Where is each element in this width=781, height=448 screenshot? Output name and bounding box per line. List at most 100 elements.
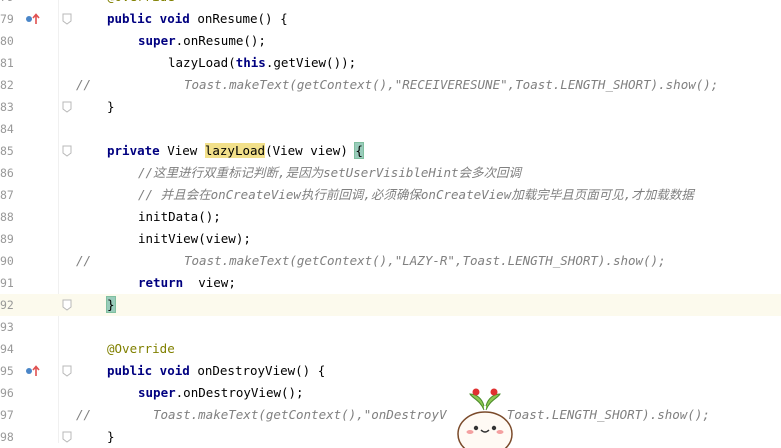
line-number: 92 xyxy=(0,298,14,312)
line-number: 85 xyxy=(0,144,14,158)
code-token: } xyxy=(107,99,115,114)
line-number: 97 xyxy=(0,408,14,422)
line-comment-marker: // xyxy=(76,253,92,268)
code-token: private xyxy=(107,143,168,158)
line-number: 86 xyxy=(0,166,14,180)
code-token: return xyxy=(138,275,191,290)
code-line[interactable]: 82 // Toast.makeText(getContext(),"RECEIVE… xyxy=(0,74,781,96)
line-number: 80 xyxy=(0,34,14,48)
line-number: 81 xyxy=(0,56,14,70)
code-token: // 并且会在onCreateView执行前回调,必须确保onCreateVie… xyxy=(138,187,694,202)
line-number: 89 xyxy=(0,232,14,246)
code-token: Toast. xyxy=(184,77,230,92)
code-token: .getView()); xyxy=(265,55,357,70)
code-line[interactable]: 92} xyxy=(0,294,781,316)
override-icon[interactable] xyxy=(25,8,41,30)
code-text: @Override xyxy=(107,338,175,360)
code-token: { xyxy=(354,142,364,159)
code-token: (getContext(),"RECEIVERESUNE",Toast.LENG… xyxy=(289,77,719,92)
line-number: 93 xyxy=(0,320,14,334)
code-text: Toast.makeText(getContext(),"LAZY-R",Toa… xyxy=(184,250,666,272)
line-number: 84 xyxy=(0,122,14,136)
code-token: Toast.makeText(getContext(),"LAZY-R",Toa… xyxy=(184,253,666,268)
code-token: (View view) xyxy=(265,143,356,158)
code-line[interactable]: 83} xyxy=(0,96,781,118)
code-token: super xyxy=(138,385,176,400)
code-line[interactable]: 89 initView(view); xyxy=(0,228,781,250)
code-text: public void onDestroyView() { xyxy=(107,360,325,382)
code-text: Toast.makeText(getContext(),"RECEIVERESU… xyxy=(184,74,718,96)
code-line[interactable]: 81 lazyLoad(this.getView()); xyxy=(0,52,781,74)
fold-marker-icon[interactable] xyxy=(62,13,72,25)
code-token: super xyxy=(138,33,176,48)
line-number: 96 xyxy=(0,386,14,400)
code-token: } xyxy=(106,296,116,313)
fold-marker-icon[interactable] xyxy=(62,431,72,443)
fold-marker-icon[interactable] xyxy=(62,365,72,377)
code-line[interactable]: 88 initData(); xyxy=(0,206,781,228)
code-text: initView(view); xyxy=(138,228,251,250)
line-number: 90 xyxy=(0,254,14,268)
fold-marker-icon[interactable] xyxy=(62,299,72,311)
code-editor[interactable]: 79 @Override 79 public void onResume() { 80 s… xyxy=(0,0,781,448)
line-number: 79 xyxy=(0,12,14,26)
code-line[interactable]: 90 // Toast.makeText(getContext(),"LAZY-R"… xyxy=(0,250,781,272)
code-text: Toast.makeText(getContext(),"onDestroyV … xyxy=(153,404,710,426)
code-token: lazyLoad( xyxy=(168,55,236,70)
line-number: 98 xyxy=(0,430,14,444)
code-token: View xyxy=(167,143,205,158)
code-line[interactable]: 80 super.onResume(); xyxy=(0,30,781,52)
code-token: lazyLoad xyxy=(204,143,266,158)
code-token: initData(); xyxy=(138,209,221,224)
code-line[interactable]: 85 private View lazyLoad(View view) { xyxy=(0,140,781,162)
code-token: onResume() { xyxy=(197,11,288,26)
code-line[interactable]: 98} xyxy=(0,426,781,448)
code-line[interactable]: 96 super.onDestroyView(); xyxy=(0,382,781,404)
code-text: @Override xyxy=(107,0,175,8)
fold-marker-icon[interactable] xyxy=(62,101,72,113)
code-token: Toast.LENGTH_SHORT).show(); xyxy=(506,407,710,422)
line-comment-marker: // xyxy=(76,407,92,422)
code-token: initView(view); xyxy=(138,231,251,246)
code-line[interactable]: 86 //这里进行双重标记判断,是因为setUserVisibleHint会多次回… xyxy=(0,162,781,184)
line-number: 91 xyxy=(0,276,14,290)
code-line[interactable]: 79 public void onResume() { xyxy=(0,8,781,30)
code-line[interactable]: 94 @Override xyxy=(0,338,781,360)
code-token: .onDestroyView(); xyxy=(175,385,304,400)
fold-marker-icon[interactable] xyxy=(62,145,72,157)
code-token: this xyxy=(235,55,266,70)
code-line[interactable]: 93 xyxy=(0,316,781,338)
line-number: 87 xyxy=(0,188,14,202)
code-line[interactable]: 87 // 并且会在onCreateView执行前回调,必须确保onCreateV… xyxy=(0,184,781,206)
code-text: } xyxy=(107,426,115,448)
code-text: super.onDestroyView(); xyxy=(138,382,304,404)
code-line[interactable]: 79 @Override xyxy=(0,0,781,8)
code-text: initData(); xyxy=(138,206,221,228)
code-token: @Override xyxy=(107,341,175,356)
code-text: super.onResume(); xyxy=(138,30,266,52)
code-token: Toast.makeText(getContext(),"onDestroyV xyxy=(153,407,447,422)
code-token: makeText xyxy=(229,77,290,92)
code-line[interactable]: 95 public void onDestroyView() { xyxy=(0,360,781,382)
code-token: .onResume(); xyxy=(175,33,266,48)
code-token: } xyxy=(107,429,115,444)
code-line[interactable]: 97 // Toast.makeText(getContext(),"onDestr… xyxy=(0,404,781,426)
line-number: 88 xyxy=(0,210,14,224)
code-token: onDestroyView() { xyxy=(197,363,326,378)
code-line[interactable]: 84 xyxy=(0,118,781,140)
code-text: // 并且会在onCreateView执行前回调,必须确保onCreateVie… xyxy=(138,184,694,206)
code-text: } xyxy=(106,294,116,316)
code-token: public void xyxy=(107,11,198,26)
line-number: 79 xyxy=(0,0,22,8)
code-text: lazyLoad(this.getView()); xyxy=(168,52,356,74)
code-token: //这里进行双重标记判断,是因为setUserVisibleHint会多次回调 xyxy=(138,165,522,180)
code-token: @Override xyxy=(107,0,175,4)
code-text: } xyxy=(107,96,115,118)
code-line[interactable]: 91 return view; xyxy=(0,272,781,294)
line-number: 82 xyxy=(0,78,14,92)
line-number: 83 xyxy=(0,100,14,114)
code-text: //这里进行双重标记判断,是因为setUserVisibleHint会多次回调 xyxy=(138,162,521,184)
override-icon[interactable] xyxy=(25,360,41,382)
mascot-icon xyxy=(457,388,513,448)
code-text: private View lazyLoad(View view) { xyxy=(107,140,364,162)
